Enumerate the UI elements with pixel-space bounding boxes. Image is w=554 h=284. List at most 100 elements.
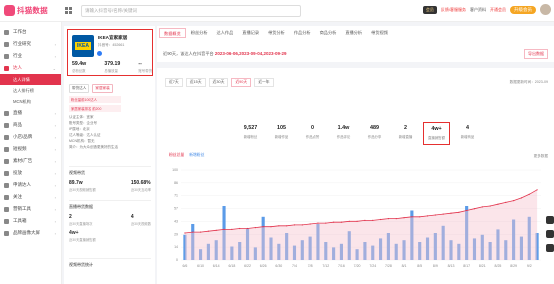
metric-label: 直播销售额 [428,136,445,140]
sidebar-item-follow[interactable]: 关注 › [0,191,61,203]
chart-more-link[interactable]: 更多数据 [534,154,548,159]
chart-point [239,227,241,230]
search-input[interactable]: 请输入抖音号/名称/关键词 [81,4,301,17]
tab-live-analysis[interactable]: 直播分析 [341,28,366,38]
range-15d[interactable]: 近15天 [185,78,206,87]
sidebar-item-toolbox[interactable]: 工具箱 › [0,215,61,227]
range-1y[interactable]: 近一年 [254,78,274,87]
chat-icon[interactable] [546,216,554,224]
sidebar-item-label: 短视频 [13,146,27,151]
section-title: 视频带货统计 [69,262,93,267]
chart-point [481,206,483,208]
tab-works-analysis[interactable]: 作品分析 [290,28,315,38]
settings-icon[interactable] [546,244,554,252]
sidebar-item-delivery[interactable]: 投放 › [0,167,61,179]
chart-point [505,201,507,203]
x-tick-label: 8/17 [463,264,470,268]
sidebar-item-influencer[interactable]: 达人 ⌄ [0,62,61,74]
member-link[interactable]: 开通会员 [490,7,506,13]
tab-overview[interactable]: 数据概览 [159,28,186,38]
sidebar-item-label: 行业研究 [13,41,31,46]
tab-sales[interactable]: 带货分析 [264,28,289,38]
sidebar-item-industry[interactable]: 行业 › [0,50,61,62]
stat-value: 2 [69,214,72,220]
legend-item-new[interactable]: 新增粉丝 [189,153,204,158]
metric-card[interactable]: 2 新增直播 [392,122,419,145]
profile-tag[interactable]: 家居家装 [92,84,113,93]
sidebar-item-goods[interactable]: 商品 › [0,119,61,131]
tab-works[interactable]: 达人作品 [213,28,238,38]
logo[interactable]: 抖猫数据 [0,5,62,16]
app-root: 抖猫数据 请输入抖音号/名称/关键词 会员 反馈/客服服务 客户资料 开通会员 … [0,0,554,284]
y-tick-label: 14 [174,245,178,249]
tab-bar: 数据概览 粉丝分析 达人作品 直播记录 带货分析 作品分析 商品分析 直播分析 … [159,28,392,38]
metrics-row: 9,527 新增粉丝 105 新增作品 0 作品点赞 1.4w 作品评论 489 作品分享… [237,122,485,145]
avatar[interactable] [540,4,551,15]
vip-badge[interactable]: 会员 [422,5,437,14]
sidebar-item-brand-screen[interactable]: 品牌画像大屏 › [0,227,61,239]
stat-value: 4 [130,214,134,220]
export-button[interactable]: 导出数据 [524,49,548,59]
sidebar-item-label: 商品 [13,122,22,127]
metric-card[interactable]: 489 作品分享 [361,122,388,145]
legend-item-total[interactable]: 粉丝总量 [169,153,184,158]
menu-grid-icon[interactable] [65,6,73,15]
upgrade-button[interactable]: 升级会员 [510,5,536,14]
sidebar-sub-influencer-ranking[interactable]: 达人排行榜 [0,85,61,96]
video-stats-section[interactable]: 视频带货统计 [69,258,151,268]
chart-point [199,231,202,233]
section-title: 直播带货数据 [69,204,93,209]
metric-value: 4w+ [431,126,442,132]
metric-card[interactable]: 9,527 新增粉丝 [237,122,264,145]
metric-card-selected[interactable]: 4w+ 直播销售额 [423,122,450,145]
tab-fans[interactable]: 粉丝分析 [187,28,212,38]
metric-card[interactable]: 105 新增作品 [268,122,295,145]
x-tick-label: 6/26 [260,264,267,268]
sidebar-sub-mcn[interactable]: MCN机构 [0,96,61,107]
sidebar-item-short-video[interactable]: 短视频 › [0,143,61,155]
account-link[interactable]: 客户资料 [470,7,486,13]
chart-point [215,229,217,231]
chart-point [184,232,186,234]
research-icon [4,41,9,47]
range-30d[interactable]: 近30天 [208,78,229,87]
metric-card[interactable]: 0 作品点赞 [299,122,326,145]
sidebar-item-store-brand[interactable]: 小店/品牌 › [0,131,61,143]
metric-card[interactable]: 4 新增商品 [454,122,481,145]
sidebar-item-label: 小店/品牌 [13,134,33,139]
sidebar-item-live[interactable]: 直播 › [0,107,61,119]
profile-note: 粉丝量前100达人 [69,96,121,103]
range-7d[interactable]: 近7天 [165,78,183,87]
chart-point [246,227,249,230]
sidebar-item-workbench[interactable]: 工作台 [0,26,61,38]
profile-tag[interactable]: 带货达人 [69,84,90,93]
chart-point [309,223,311,225]
support-link[interactable]: 反馈/客服服务 [441,7,466,13]
chevron-right-icon: › [54,194,56,200]
sidebar-item-label: 营销工具 [13,206,31,211]
section-stats: 89.7w 近30天视频销售额 150.68% 近30天互动率 [69,180,151,192]
stat-value: 150.68% [130,180,151,186]
stat-block: 4w+ 近30天直播销售额 [69,230,151,242]
chart-area [184,189,538,260]
sidebar-item-apply[interactable]: 申请达人 › [0,179,61,191]
stat-label: 近30天视频销售额 [69,188,96,192]
chart-point [426,215,429,217]
wechat-icon[interactable] [546,230,554,238]
chart-point [301,224,303,226]
sidebar-sub-influencer-detail[interactable]: 达人详情 [0,74,61,85]
tab-sales-videos[interactable]: 带货视频 [367,28,392,38]
metric-label: 作品评论 [336,135,351,139]
stat-label: 账号带货 [138,69,152,73]
tab-goods[interactable]: 商品分析 [316,28,341,38]
profile-id: 抖音号：452661 [98,43,125,47]
x-tick-label: 6/22 [244,264,251,268]
chart-point [293,224,296,226]
tab-live-records[interactable]: 直播记录 [238,28,263,38]
metric-card[interactable]: 1.4w 作品评论 [330,122,357,145]
sidebar-item-material-ads[interactable]: 素材/广告 › [0,155,61,167]
sidebar-item-marketing[interactable]: 营销工具 › [0,203,61,215]
range-90d[interactable]: 近90天 [231,78,252,87]
sidebar-item-industry-research[interactable]: 行业研究 › [0,38,61,50]
section-title: 视频带货 [69,170,85,175]
